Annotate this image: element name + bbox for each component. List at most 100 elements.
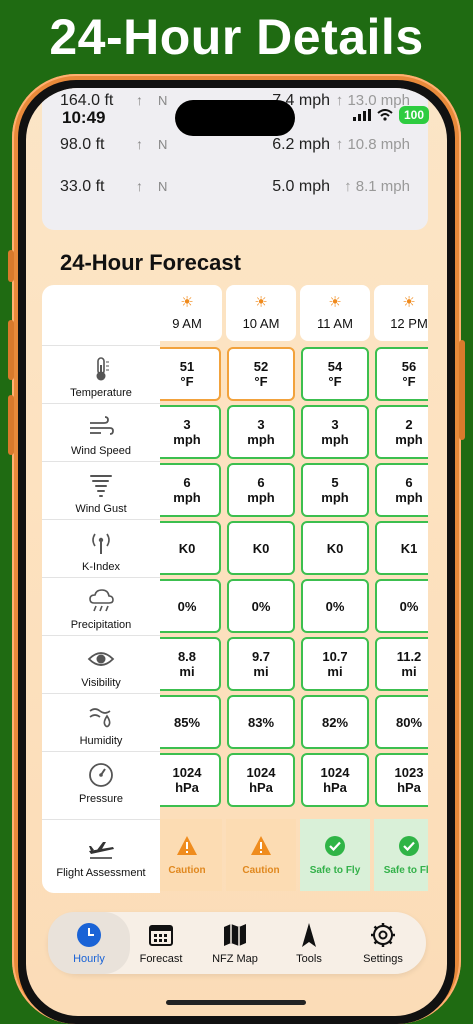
tab-label: Hourly [73, 952, 105, 965]
k-index-cell: K1 [375, 521, 428, 575]
checkmark-circle-icon [325, 835, 345, 856]
row-label-text: Wind Speed [71, 445, 131, 457]
gauge-icon [89, 763, 113, 787]
altitude-text: 33.0 ft [60, 178, 105, 195]
row-label-text: K-Index [82, 561, 120, 573]
k-index-cell: K0 [301, 521, 369, 575]
hour-label: 12 PM [390, 316, 428, 331]
row-label-text: Pressure [78, 793, 124, 805]
clock-icon [76, 922, 102, 948]
status-time: 10:49 [62, 108, 106, 127]
tab-tools[interactable]: Tools [274, 912, 344, 974]
row-label-precipitation: Precipitation [42, 577, 160, 635]
tab-label: Settings [363, 952, 403, 965]
row-label-visibility: Visibility [42, 635, 160, 693]
row-label-k-index: K-Index [42, 519, 160, 577]
direction-text: N [158, 179, 168, 194]
humidity-cell: 83% [227, 695, 295, 749]
home-indicator [166, 1000, 306, 1005]
flight-assessment-cell: Safe to Fly [300, 819, 370, 891]
visibility-cell: 8.8 mi [160, 637, 221, 691]
visibility-cell: 11.2 mi [375, 637, 428, 691]
wind-speed-cell: 2 mph [375, 405, 428, 459]
tab-label: NFZ Map [212, 952, 258, 965]
wind-gust-cell: 6 mph [375, 463, 428, 517]
pressure-cell: 1023 hPa [375, 753, 428, 807]
eye-icon [87, 652, 115, 666]
power-button [459, 340, 465, 440]
direction-arrow-icon: ↑ [136, 178, 143, 194]
k-index-cell: K0 [160, 521, 221, 575]
hour-column: ☀ 10 AM 52 °F 3 mph 6 mph K0 0% 9.7 mi 83% 1024 h… [226, 285, 296, 893]
humidity-cell: 82% [301, 695, 369, 749]
sun-icon: ☀ [328, 294, 342, 311]
gust-speed-text: ↑ 10.8 mph [335, 136, 410, 153]
wind-altitude-row: 33.0 ft ↑ N 5.0 mph ↑ 8.1 mph [42, 168, 428, 208]
humidity-cell: 85% [160, 695, 221, 749]
row-label-pressure: Pressure [42, 751, 160, 809]
compass-icon [296, 922, 322, 948]
metric-labels-column: Temperature Wind Speed Wind Gust K-Index… [42, 285, 160, 893]
cellular-signal-icon [352, 109, 371, 121]
status-bar: 10:49 100 [26, 100, 447, 136]
wind-gust-cell: 6 mph [227, 463, 295, 517]
precipitation-cell: 0% [160, 579, 221, 633]
row-label-wind-speed: Wind Speed [42, 403, 160, 461]
hour-column: ☀ 9 AM 51 °F 3 mph 6 mph K0 0% 8.8 mi 85% 1024 hP… [160, 285, 222, 893]
hour-label: 9 AM [172, 316, 202, 331]
hourly-columns[interactable]: ☀ 9 AM 51 °F 3 mph 6 mph K0 0% 8.8 mi 85% 1024 hP… [160, 285, 428, 893]
assessment-label: Caution [242, 864, 280, 876]
wind-speed-cell: 3 mph [301, 405, 369, 459]
precipitation-cell: 0% [375, 579, 428, 633]
wifi-icon [377, 109, 393, 121]
airplane-icon [89, 842, 114, 859]
hour-header: ☀ 12 PM [374, 285, 428, 341]
tab-hourly[interactable]: Hourly [48, 912, 130, 974]
row-label-temperature: Temperature [42, 345, 160, 403]
direction-arrow-icon: ↑ [136, 136, 143, 152]
row-label-text: Wind Gust [75, 503, 127, 515]
humidity-icon [89, 708, 111, 728]
sun-icon: ☀ [402, 294, 416, 311]
volume-up-button [8, 320, 14, 380]
forecast-table: Temperature Wind Speed Wind Gust K-Index… [42, 285, 428, 893]
hour-label: 11 AM [317, 316, 353, 331]
direction-text: N [158, 137, 168, 152]
sun-icon: ☀ [180, 294, 194, 311]
volume-down-button [8, 395, 14, 455]
hour-column: ☀ 11 AM 54 °F 3 mph 5 mph K0 0% 10.7 mi 82% 1024 … [300, 285, 370, 893]
precipitation-cell: 0% [301, 579, 369, 633]
row-label-text: Visibility [81, 677, 121, 689]
hour-header: ☀ 10 AM [226, 285, 296, 341]
visibility-cell: 10.7 mi [301, 637, 369, 691]
temperature-cell: 54 °F [301, 347, 369, 401]
gust-speed-text: ↑ 8.1 mph [344, 178, 410, 195]
hour-label: 10 AM [242, 316, 280, 331]
tab-nfz-map[interactable]: NFZ Map [200, 912, 270, 974]
tornado-icon [90, 475, 112, 497]
map-icon [222, 922, 248, 948]
warning-icon [251, 835, 271, 855]
wind-speed-text: 6.2 mph [272, 136, 330, 153]
tab-forecast[interactable]: Forecast [126, 912, 196, 974]
wind-speed-cell: 3 mph [160, 405, 221, 459]
thermometer-icon [96, 357, 109, 381]
page-headline: 24-Hour Details [49, 9, 424, 65]
row-label-text: Flight Assessment [56, 867, 146, 879]
checkmark-circle-icon [399, 835, 419, 856]
assessment-label: Caution [168, 864, 206, 876]
row-label-text: Temperature [70, 387, 132, 399]
k-index-cell: K0 [227, 521, 295, 575]
tab-label: Forecast [139, 952, 183, 965]
sun-icon: ☀ [254, 294, 268, 311]
forecast-section-title: 24-Hour Forecast [60, 250, 241, 275]
tab-settings[interactable]: Settings [348, 912, 418, 974]
calendar-icon [148, 922, 174, 948]
battery-indicator: 100 [398, 106, 429, 124]
app-screen: 164.0 ft ↑ N 7.4 mph ↑ 13.0 mph 98.0 ft ↑ N 6.2 … [26, 88, 447, 1016]
altitude-text: 98.0 ft [60, 136, 105, 153]
status-icons: 100 [352, 106, 429, 124]
precipitation-cell: 0% [227, 579, 295, 633]
row-label-flight-assessment: Flight Assessment [42, 819, 160, 891]
temperature-cell: 52 °F [227, 347, 295, 401]
